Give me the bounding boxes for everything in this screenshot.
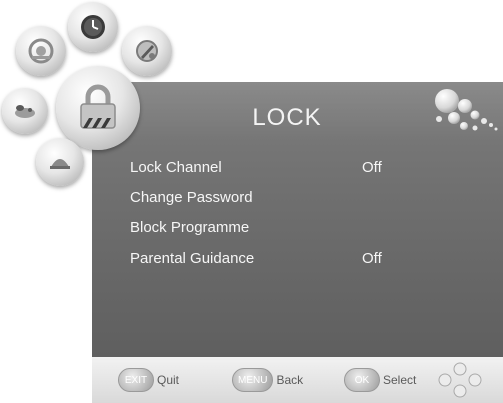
- sound-menu-bubble[interactable]: [2, 88, 48, 134]
- menu-item-label: Lock Channel: [130, 159, 222, 176]
- picture-icon: [28, 38, 54, 64]
- menu-title: LOCK: [252, 104, 322, 131]
- menu-item-block-programme[interactable]: Block Programme: [130, 216, 470, 240]
- menu-item-label: Block Programme: [130, 219, 250, 236]
- channel-menu-bubble[interactable]: [36, 138, 84, 186]
- select-hint-label: Select: [383, 373, 417, 387]
- clock-icon: [81, 15, 105, 39]
- menu-item-lock-channel[interactable]: Lock Channel Off: [130, 156, 470, 180]
- menu-item-label: Parental Guidance: [130, 250, 255, 267]
- setup-icon: [136, 40, 158, 62]
- dpad-icon: [438, 362, 482, 398]
- menu-key-button[interactable]: MENU: [232, 368, 274, 392]
- lock-menu-bubble[interactable]: [56, 66, 140, 150]
- quit-hint-label: Quit: [157, 373, 180, 387]
- bubbles-decoration-icon: [435, 89, 498, 131]
- menu-item-label: Change Password: [130, 189, 253, 206]
- quit-hint[interactable]: EXIT Quit: [118, 367, 179, 393]
- ok-key-button[interactable]: OK: [344, 368, 380, 392]
- menu-item-value: Off: [362, 159, 382, 176]
- picture-menu-bubble[interactable]: [16, 26, 66, 76]
- menu-item-change-password[interactable]: Change Password: [130, 186, 470, 210]
- bottom-hint-bar: EXIT Quit MENU Back OK Select: [92, 357, 503, 403]
- tv-osd-screen: LOCK Lock Channel Off Change Password Bl…: [0, 0, 503, 403]
- back-hint[interactable]: MENU Back: [232, 367, 303, 393]
- menu-item-value: Off: [362, 250, 382, 267]
- setup-menu-bubble[interactable]: [122, 26, 172, 76]
- lock-icon: [80, 84, 116, 129]
- clock-menu-bubble[interactable]: [68, 2, 118, 52]
- sound-icon: [15, 105, 35, 118]
- lock-menu-panel: LOCK Lock Channel Off Change Password Bl…: [92, 82, 503, 357]
- channel-icon: [50, 159, 70, 169]
- exit-key-button[interactable]: EXIT: [118, 368, 154, 392]
- select-hint[interactable]: OK Select: [344, 367, 416, 393]
- back-hint-label: Back: [276, 373, 304, 387]
- menu-item-parental-guidance[interactable]: Parental Guidance Off: [130, 247, 470, 271]
